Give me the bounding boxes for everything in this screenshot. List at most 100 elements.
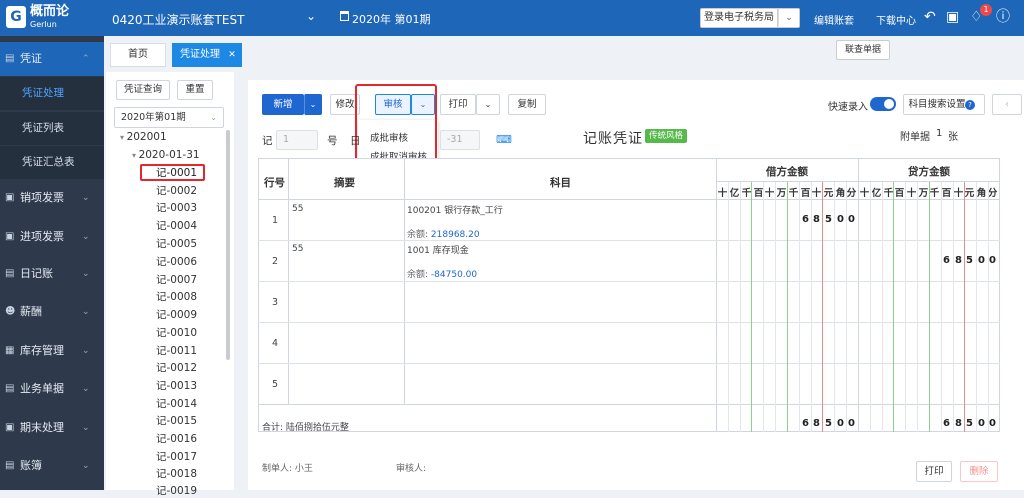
download-center-link[interactable]: 下载中心 — [876, 12, 916, 27]
sidebar-item-inventory[interactable]: ▦ 库存管理 ⌄ — [0, 334, 104, 368]
debit-digit: 6 — [802, 214, 809, 225]
edit-account-set-link[interactable]: 编辑账套 — [814, 12, 854, 27]
chevron-down-icon: ⌄ — [82, 307, 90, 317]
digit-column-line — [976, 182, 977, 432]
attachment-label: 附单据 — [900, 132, 930, 143]
total-credit-digit: 8 — [955, 418, 962, 429]
new-voucher-button[interactable]: 新增 — [262, 94, 304, 115]
sidebar-item-salary[interactable]: ☻ 薪酬 ⌄ — [0, 295, 104, 329]
tree-voucher-item[interactable]: 记-0007 — [156, 273, 197, 287]
attachment-count[interactable]: 1 — [936, 128, 942, 139]
contra-documents-button[interactable]: 联查单据 — [836, 40, 890, 60]
credit-digit: 0 — [978, 255, 985, 266]
footer-print-button[interactable]: 打印 — [916, 461, 952, 482]
debit-digit: 8 — [813, 214, 820, 225]
voucher-date-input[interactable]: -31 — [440, 130, 480, 150]
tree-voucher-item[interactable]: 记-0005 — [156, 237, 197, 251]
tab-voucher-processing[interactable]: 凭证处理 ✕ — [172, 43, 242, 67]
digit-column-line — [751, 182, 752, 432]
quick-entry-toggle[interactable] — [870, 97, 896, 111]
tree-voucher-item[interactable]: 记-0013 — [156, 379, 197, 393]
tab-label: 凭证处理 — [180, 49, 220, 60]
keyboard-icon[interactable]: ⌨ — [496, 133, 512, 146]
print-button[interactable]: 打印 — [440, 94, 476, 115]
sidebar-item-business-docs[interactable]: ▤ 业务单据 ⌄ — [0, 372, 104, 406]
tree-voucher-item[interactable]: 记-0003 — [156, 201, 197, 215]
tax-bureau-dropdown[interactable]: ⌄ — [778, 8, 800, 28]
chevron-down-icon: ⌄ — [82, 269, 90, 279]
tree-date-node[interactable]: ▾ 2020-01-31 — [132, 148, 200, 163]
account-set-title[interactable]: 0420工业演示账套TEST — [112, 11, 244, 28]
sidebar-item-period-end[interactable]: ▣ 期末处理 ⌄ — [0, 411, 104, 445]
new-voucher-dropdown[interactable]: ⌄ — [304, 94, 322, 115]
chevron-down-icon: ⌄ — [82, 384, 90, 394]
tree-voucher-item[interactable]: 记-0017 — [156, 450, 197, 464]
row-number: 5 — [272, 379, 279, 390]
voucher-word-label: 记 — [262, 135, 273, 147]
tree-root-node[interactable]: ▾ 202001 — [120, 130, 167, 145]
total-debit-digit: 8 — [813, 418, 820, 429]
debit-digit: 0 — [837, 214, 844, 225]
sidebar-item-label: 进项发票 — [20, 230, 64, 243]
logo-icon: G — [6, 6, 26, 28]
credit-digit: 5 — [966, 255, 973, 266]
digit-header: 元 — [964, 188, 975, 199]
prev-voucher-button[interactable]: ‹ — [992, 94, 1022, 115]
voucher-query-button[interactable]: 凭证查询 — [116, 80, 170, 100]
period-select[interactable]: 2020年第01期 ⌄ — [114, 107, 224, 128]
copy-button[interactable]: 复制 — [508, 94, 546, 115]
style-tag[interactable]: 传统风格 — [645, 129, 688, 143]
fullscreen-icon[interactable]: ▣ — [946, 9, 959, 25]
sidebar-item-voucher-list[interactable]: 凭证列表 — [0, 112, 104, 145]
tab-home[interactable]: 首页 — [110, 43, 166, 67]
current-period[interactable]: 2020年 第01期 — [352, 11, 431, 27]
tree-voucher-item[interactable]: 记-0002 — [156, 184, 197, 198]
digit-header: 角 — [835, 188, 846, 199]
reset-button[interactable]: 重置 — [177, 80, 213, 100]
delete-button[interactable]: 删除 — [960, 461, 998, 482]
chevron-down-icon: ⌄ — [82, 346, 90, 356]
row-subject-cell[interactable]: 1001 库存现金 — [407, 243, 469, 256]
tax-bureau-login-button[interactable]: 登录电子税务局 — [700, 8, 778, 28]
sidebar-item-journal[interactable]: ▤ 日记账 ⌄ — [0, 257, 104, 291]
tree-voucher-item[interactable]: 记-0014 — [156, 397, 197, 411]
close-icon[interactable]: ✕ — [228, 50, 236, 60]
tree-voucher-item[interactable]: 记-0010 — [156, 326, 197, 340]
row-subject-cell[interactable]: 100201 银行存款_工行 — [407, 203, 503, 216]
salary-icon: ☻ — [5, 306, 16, 317]
sidebar-item-purchase-invoice[interactable]: ▣ 进项发票 ⌄ — [0, 220, 104, 254]
tree-voucher-item[interactable]: 记-0006 — [156, 255, 197, 269]
digit-column-line — [905, 182, 906, 432]
help-icon[interactable]: ⓘ — [996, 9, 1010, 25]
sidebar-item-ledger[interactable]: ▤ 账簿 ⌄ — [0, 449, 104, 483]
row-summary-cell[interactable]: 55 — [292, 204, 303, 214]
tree-voucher-item[interactable]: 记-0019 — [156, 484, 197, 498]
sidebar-item-sales-invoice[interactable]: ▣ 销项发票 ⌄ — [0, 181, 104, 215]
back-icon[interactable]: ↶ — [924, 9, 936, 25]
print-dropdown[interactable]: ⌄ — [476, 94, 500, 115]
chevron-down-icon: ⌄ — [82, 461, 90, 471]
total-debit-digit: 0 — [837, 418, 844, 429]
tree-voucher-item[interactable]: 记-0008 — [156, 290, 197, 304]
tree-voucher-item[interactable]: 记-0009 — [156, 308, 197, 322]
tree-voucher-item[interactable]: 记-0012 — [156, 361, 197, 375]
row-divider — [258, 363, 1000, 364]
tree-voucher-item[interactable]: 记-0018 — [156, 467, 197, 481]
tree-voucher-item[interactable]: 记-0011 — [156, 344, 197, 358]
tree-voucher-item[interactable]: 记-0004 — [156, 219, 197, 233]
chevron-down-icon[interactable]: ⌄ — [306, 9, 316, 23]
period-select-value: 2020年第01期 — [121, 112, 186, 123]
voucher-date-label: 日 — [350, 135, 361, 147]
sidebar-item-voucher-summary[interactable]: 凭证汇总表 — [0, 146, 104, 179]
tree-scrollbar[interactable] — [226, 130, 230, 360]
tree-voucher-item[interactable]: 记-0015 — [156, 414, 197, 428]
attachment-unit: 张 — [948, 132, 958, 143]
digit-column-line — [846, 182, 847, 432]
tree-voucher-item[interactable]: 记-0016 — [156, 432, 197, 446]
digit-header: 千 — [929, 188, 940, 199]
row-summary-cell[interactable]: 55 — [292, 244, 303, 254]
sidebar-item-voucher-processing[interactable]: 凭证处理 — [0, 77, 104, 110]
voucher-number-input[interactable]: 1 — [276, 130, 318, 150]
sidebar-item-voucher[interactable]: ▤ 凭证 ⌃ — [0, 42, 104, 76]
total-credit-digit: 5 — [966, 418, 973, 429]
